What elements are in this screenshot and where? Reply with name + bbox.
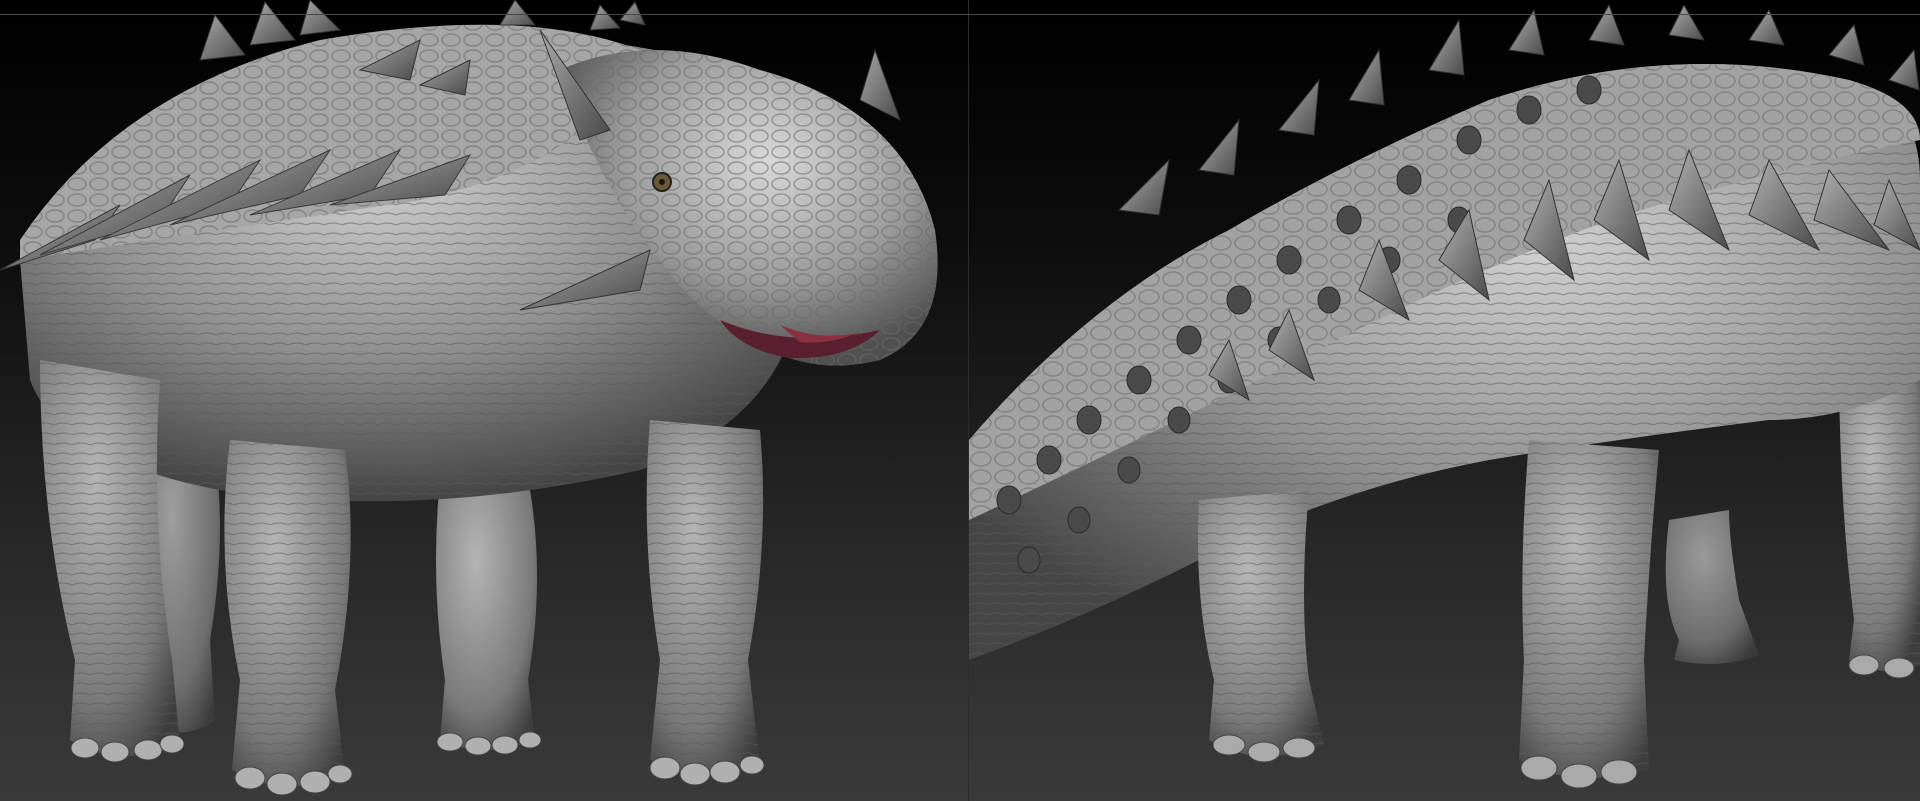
viewport-rear-view[interactable] — [969, 0, 1920, 801]
dinosaur-model-rear-icon — [969, 3, 1920, 789]
top-border-line — [0, 14, 1920, 15]
viewport-front-view[interactable] — [0, 0, 969, 801]
zbrush-canvas[interactable] — [0, 0, 1920, 801]
dinosaur-model-front-icon — [0, 0, 938, 796]
